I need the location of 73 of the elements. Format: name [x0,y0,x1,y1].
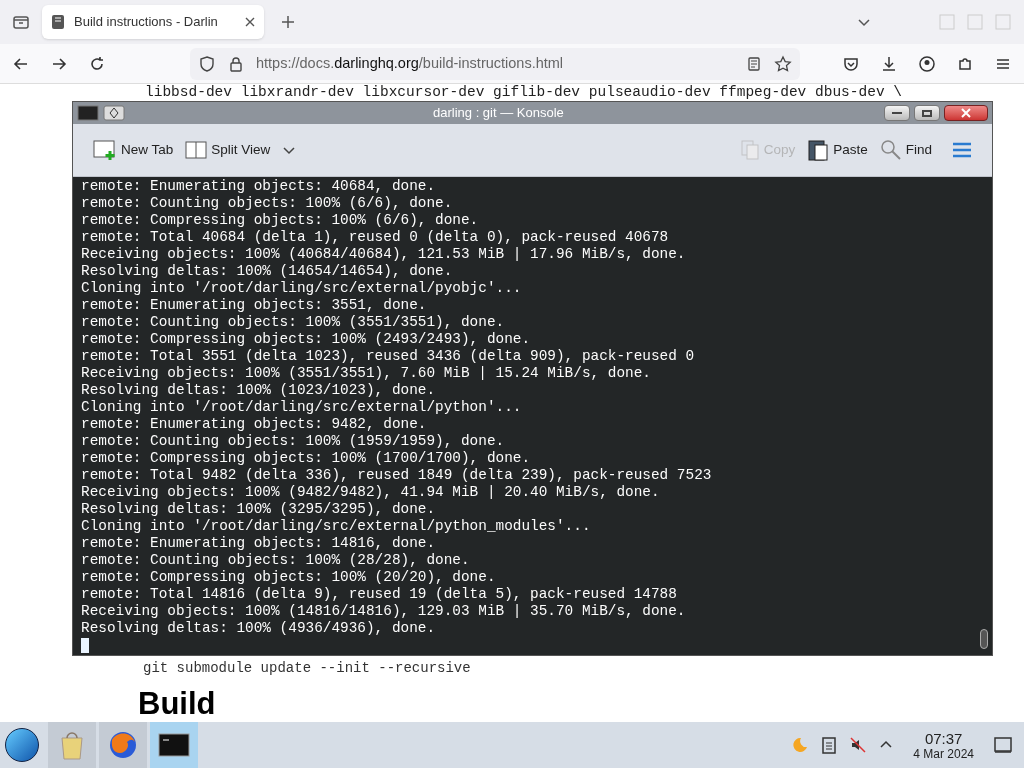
terminal-line: Receiving objects: 100% (9482/9482), 41.94 MiB | 20.40 MiB/s, done. [81,484,661,501]
terminal-line: remote: Enumerating objects: 3551, done. [81,297,428,314]
find-button[interactable]: Find [879,139,932,161]
terminal-line: Receiving objects: 100% (40684/40684), 121.53 MiB | 17.96 MiB/s, done. [81,246,687,263]
globe-icon [108,730,138,760]
shopping-bag-icon [59,730,85,760]
url-text: https://docs.darlinghq.org/build-instructions.html [256,53,565,73]
terminal-line: remote: Enumerating objects: 40684, done. [81,178,437,195]
terminal-line: remote: Compressing objects: 100% (2493/2493), done. [81,331,532,348]
minimize-button[interactable] [884,105,910,121]
browser-tab[interactable]: Build instructions - Darlin [42,5,264,39]
terminal-line: Receiving objects: 100% (14816/14816), 129.03 MiB | 35.70 MiB/s, done. [81,603,687,620]
star-icon[interactable] [774,54,792,73]
terminal-line: Resolving deltas: 100% (3295/3295), done. [81,501,437,518]
terminal-line: Cloning into '/root/darling/src/external/python'... [81,399,523,416]
terminal-line: remote: Counting objects: 100% (6/6), done. [81,195,454,212]
clipboard-icon[interactable] [821,736,838,754]
terminal-line: Cloning into '/root/darling/src/external/pyobjc'... [81,280,523,297]
terminal-line: remote: Total 14816 (delta 9), reused 19 (delta 5), pack-reused 14788 [81,586,678,603]
lock-icon[interactable] [228,55,244,72]
split-view-button[interactable]: Split View [185,139,271,161]
close-icon[interactable] [244,16,256,28]
copy-icon [739,139,760,161]
maximize-button[interactable] [914,105,940,121]
terminal-line: Resolving deltas: 100% (4936/4936), done. [81,620,437,637]
terminal-icon [77,105,99,121]
clipboard-icon [807,138,830,162]
new-tab-icon[interactable] [280,14,296,30]
terminal-line: remote: Compressing objects: 100% (6/6), done. [81,212,480,229]
clock-date[interactable]: 4 Mar 2024 [913,746,974,761]
terminal-line: remote: Compressing objects: 100% (1700/1700), done. [81,450,532,467]
scrollbar-handle[interactable] [980,629,988,649]
terminal-line: remote: Total 40684 (delta 1), reused 0 (delta 0), pack-reused 40678 [81,229,670,246]
terminal-line: remote: Total 9482 (delta 336), reused 1849 (delta 239), pack-reused 7523 [81,467,713,484]
paste-button[interactable]: Paste [807,138,868,162]
window-title: darling : git — Konsole [433,105,564,121]
new-tab-button[interactable]: New Tab [93,139,174,161]
terminal-line: Resolving deltas: 100% (1023/1023), done. [81,382,437,399]
terminal-line: Cloning into '/root/darling/src/external/python_modules'... [81,518,592,535]
close-button[interactable] [944,105,988,121]
tab-list-icon[interactable] [12,13,30,31]
terminal-line: remote: Counting objects: 100% (3551/3551), done. [81,314,506,331]
terminal-line: remote: Enumerating objects: 9482, done. [81,416,428,433]
reload-icon[interactable] [88,54,106,73]
terminal-line: remote: Counting objects: 100% (28/28), done. [81,552,471,569]
new-tab-icon [93,139,117,161]
menu-icon[interactable] [952,142,972,158]
search-icon [879,139,902,161]
taskbar-app-button[interactable] [150,722,198,768]
terminal-line: remote: Counting objects: 100% (1959/1959), done. [81,433,506,450]
shield-icon[interactable] [198,54,216,73]
close-icon [961,108,971,118]
clock-time[interactable]: 07:37 [924,729,963,747]
address-bar[interactable]: https://docs.darlinghq.org/build-instructions.html [190,47,800,80]
code-line: git submodule update --init --recursive [143,660,471,676]
muted-speaker-icon[interactable] [849,736,868,754]
start-button[interactable] [5,728,39,762]
download-icon[interactable] [880,54,898,73]
desktop-icon[interactable] [994,736,1012,754]
terminal-line: remote: Enumerating objects: 14816, done. [81,535,437,552]
terminal-line: remote: Compressing objects: 100% (20/20), done. [81,569,497,586]
reader-view-icon[interactable] [746,55,762,72]
tab-title: Build instructions - Darlin [74,13,218,32]
terminal-icon [158,733,190,757]
split-view-icon [185,140,208,160]
text-cursor [81,638,89,653]
code-line: libbsd-dev libxrandr-dev libxcursor-dev giflib-dev pulseaudio-dev ffmpeg-dev dbus-dev \ [145,84,903,100]
terminal-line: remote: Total 3551 (delta 1023), reused 3436 (delta 909), pack-reused 0 [81,348,696,365]
terminal-line: Receiving objects: 100% (3551/3551), 7.60 MiB | 15.24 MiB/s, done. [81,365,652,382]
terminal-line: Resolving deltas: 100% (14654/14654), done. [81,263,454,280]
book-icon [50,14,66,30]
account-icon[interactable] [918,54,936,73]
section-heading: Build [138,688,216,720]
